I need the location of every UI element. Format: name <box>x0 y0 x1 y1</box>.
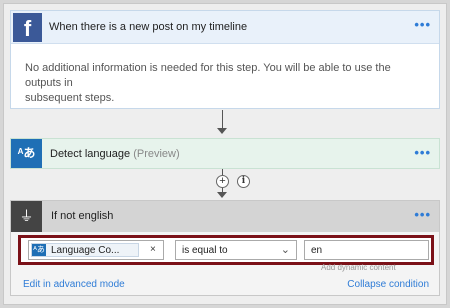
facebook-icon: f <box>13 13 42 42</box>
trigger-info-line-1: No additional information is needed for … <box>25 62 391 89</box>
connector-arrow <box>217 192 227 198</box>
operator-value: is equal to <box>182 245 228 256</box>
trigger-body: No additional information is needed for … <box>11 44 439 106</box>
condition-left-operand[interactable]: ᴬあ Language Co... × <box>28 240 164 260</box>
condition-row: ᴬあ Language Co... × is equal to ⌄ en <box>18 235 434 265</box>
more-options-icon[interactable]: ••• <box>414 208 431 221</box>
condition-value-input[interactable]: en <box>304 240 429 260</box>
translate-icon: ᴬあ <box>11 139 42 168</box>
detect-language-card[interactable]: ᴬあ Detect language (Preview) ••• <box>10 138 440 169</box>
trigger-info-line-2: subsequent steps. <box>25 92 115 104</box>
edit-advanced-mode-link[interactable]: Edit in advanced mode <box>23 279 125 290</box>
connector-arrow <box>217 128 227 134</box>
flow-canvas: f When there is a new post on my timelin… <box>3 3 447 305</box>
dynamic-content-hint[interactable]: Add dynamic content <box>321 263 396 272</box>
condition-icon: ⏚ <box>11 201 42 232</box>
add-step-icon[interactable]: + <box>216 175 229 188</box>
info-icon[interactable]: i <box>237 175 250 188</box>
condition-card[interactable]: ⏚ If not english ••• ᴬあ Language Co... ×… <box>10 200 440 296</box>
translate-icon: ᴬあ <box>32 244 46 256</box>
trigger-header[interactable]: f When there is a new post on my timelin… <box>11 11 439 44</box>
trigger-card[interactable]: f When there is a new post on my timelin… <box>10 10 440 109</box>
condition-header[interactable]: ⏚ If not english ••• <box>11 201 439 232</box>
condition-title: If not english <box>51 210 114 222</box>
detect-language-title: Detect language (Preview) <box>50 148 180 160</box>
detect-language-label: Detect language <box>50 148 131 160</box>
collapse-condition-link[interactable]: Collapse condition <box>347 279 429 290</box>
token-label: Language Co... <box>51 245 120 256</box>
preview-badge: (Preview) <box>133 148 180 160</box>
more-options-icon[interactable]: ••• <box>414 146 431 159</box>
operator-select[interactable]: is equal to ⌄ <box>175 240 297 260</box>
trigger-title: When there is a new post on my timeline <box>49 21 248 33</box>
chevron-down-icon: ⌄ <box>280 244 290 256</box>
remove-token-icon[interactable]: × <box>150 244 156 255</box>
dynamic-content-token[interactable]: ᴬあ Language Co... <box>31 243 139 257</box>
connector-line <box>222 110 223 130</box>
more-options-icon[interactable]: ••• <box>414 18 431 31</box>
